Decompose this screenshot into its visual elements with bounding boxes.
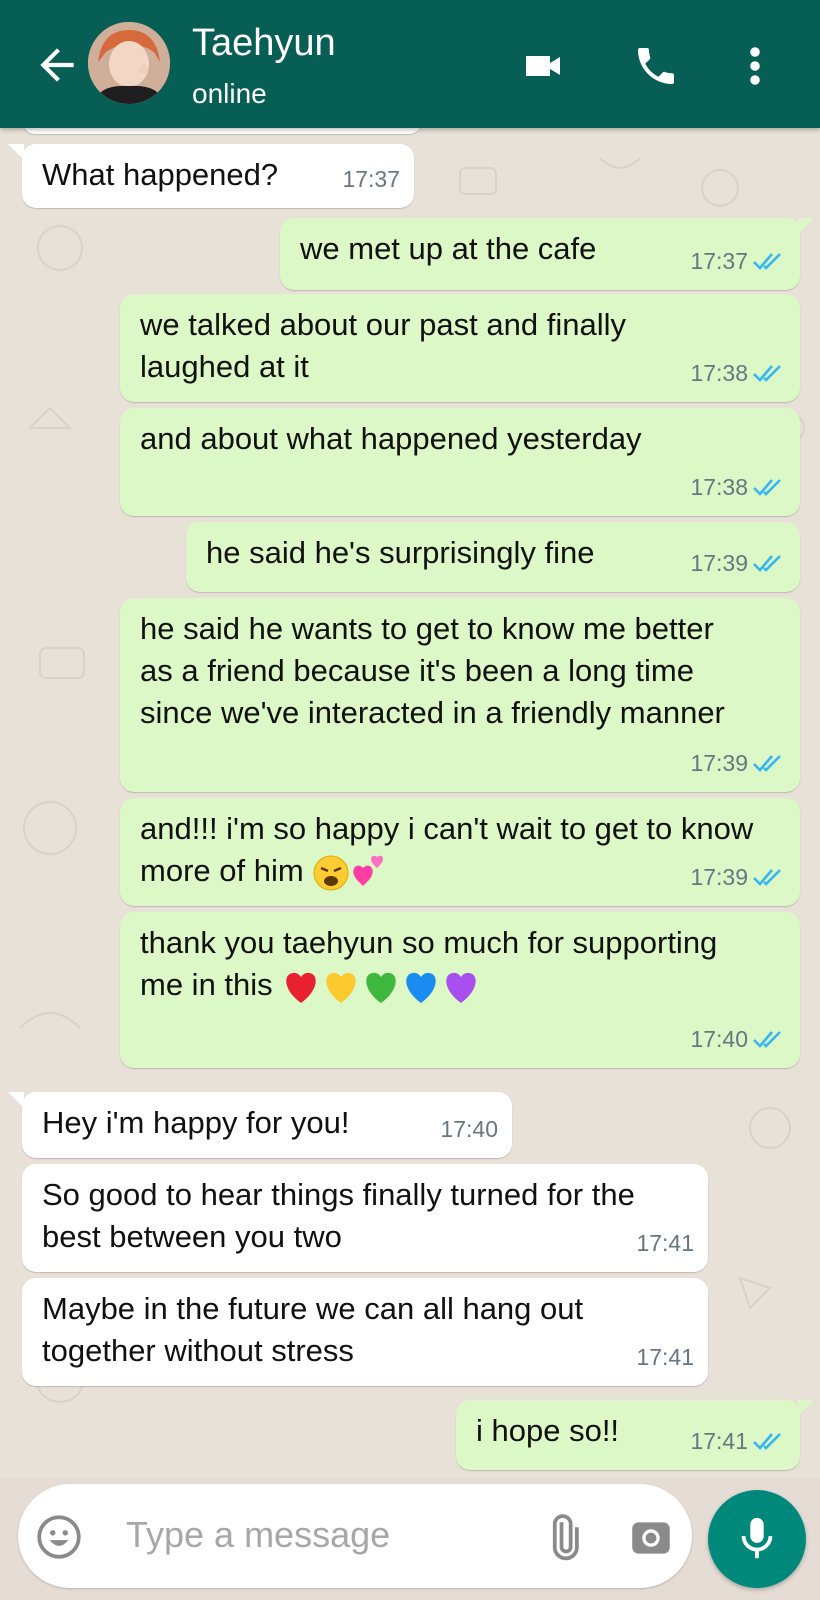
phone-icon[interactable] <box>632 42 680 90</box>
message-time: 17:41 <box>636 1344 694 1370</box>
read-receipt-icon <box>753 755 781 772</box>
message-time: 17:41 <box>636 1230 694 1256</box>
contact-avatar[interactable] <box>88 22 170 104</box>
two-hearts-emoji <box>353 855 384 886</box>
camera-icon[interactable] <box>626 1512 676 1562</box>
purple-heart-emoji <box>446 972 477 1003</box>
message-time: 17:39 <box>690 542 786 584</box>
message-time: 17:40 <box>690 1018 786 1060</box>
yellow-heart-emoji <box>326 972 357 1003</box>
red-heart-emoji <box>286 972 317 1003</box>
message-bubble[interactable]: and about what happened yesterday 17:38 <box>120 408 800 516</box>
video-call-icon[interactable] <box>520 42 568 90</box>
message-bubble[interactable]: Hey i'm happy for you! 17:40 <box>8 1092 512 1158</box>
green-heart-emoji <box>366 972 397 1003</box>
message-text-wrap: thank you taehyun so much for supporting… <box>140 922 760 1006</box>
mic-icon <box>741 1517 773 1559</box>
message-time: 17:39 <box>690 742 786 784</box>
message-time: 17:38 <box>690 466 786 508</box>
message-time: 17:37 <box>690 240 786 282</box>
read-receipt-icon <box>753 1433 781 1450</box>
message-text: Maybe in the future we can all hang out … <box>42 1291 584 1368</box>
message-bubble[interactable]: What happened? 17:37 <box>8 144 414 208</box>
message-text: Hey i'm happy for you! <box>42 1105 350 1140</box>
message-time: 17:40 <box>440 1116 498 1142</box>
message-bubble[interactable]: we talked about our past and finally lau… <box>120 294 800 402</box>
message-text: and!!! i'm so happy i can't wait to get … <box>140 811 754 888</box>
message-bubble[interactable]: thank you taehyun so much for supporting… <box>120 912 800 1068</box>
message-text: he said he wants to get to know me bette… <box>140 611 725 730</box>
chat-area[interactable]: What happened? 17:37 we met up at the ca… <box>0 128 820 1478</box>
read-receipt-icon <box>753 1031 781 1048</box>
read-receipt-icon <box>753 555 781 572</box>
message-input[interactable]: Type a message <box>126 1514 390 1556</box>
message-bubble[interactable]: and!!! i'm so happy i can't wait to get … <box>120 798 800 906</box>
message-bubble[interactable]: he said he wants to get to know me bette… <box>120 598 800 792</box>
emoji-icon[interactable] <box>34 1512 84 1562</box>
contact-name[interactable]: Taehyun <box>192 22 336 65</box>
message-text: and about what happened yesterday <box>140 421 642 456</box>
message-text-wrap: and!!! i'm so happy i can't wait to get … <box>140 808 780 893</box>
back-arrow-icon[interactable] <box>32 40 82 90</box>
attach-icon[interactable] <box>538 1512 588 1562</box>
more-vertical-icon[interactable] <box>740 42 770 90</box>
message-bubble[interactable]: So good to hear things finally turned fo… <box>22 1164 708 1272</box>
contact-status: online <box>192 78 267 109</box>
message-text: So good to hear things finally turned fo… <box>42 1177 635 1254</box>
message-composer[interactable]: Type a message <box>18 1484 692 1588</box>
read-receipt-icon <box>753 365 781 382</box>
mic-button[interactable] <box>708 1490 806 1588</box>
message-time: 17:37 <box>342 166 400 192</box>
read-receipt-icon <box>753 479 781 496</box>
message-bubble[interactable]: he said he's surprisingly fine 17:39 <box>186 522 800 592</box>
read-receipt-icon <box>753 869 781 886</box>
message-time: 17:38 <box>690 352 786 394</box>
message-bubble[interactable]: we met up at the cafe 17:37 <box>280 218 814 290</box>
read-receipt-icon <box>753 253 781 270</box>
message-time: 17:39 <box>690 856 786 898</box>
message-text: What happened? <box>42 157 279 192</box>
blue-heart-emoji <box>406 972 437 1003</box>
weary-face-emoji <box>313 855 349 891</box>
message-bubble[interactable]: Maybe in the future we can all hang out … <box>22 1278 708 1386</box>
message-bubble-partial <box>22 128 422 134</box>
message-text: we talked about our past and finally lau… <box>140 307 626 384</box>
chat-header: Taehyun online <box>0 0 820 128</box>
message-time: 17:41 <box>690 1420 786 1462</box>
message-bubble[interactable]: i hope so!! 17:41 <box>456 1400 814 1470</box>
